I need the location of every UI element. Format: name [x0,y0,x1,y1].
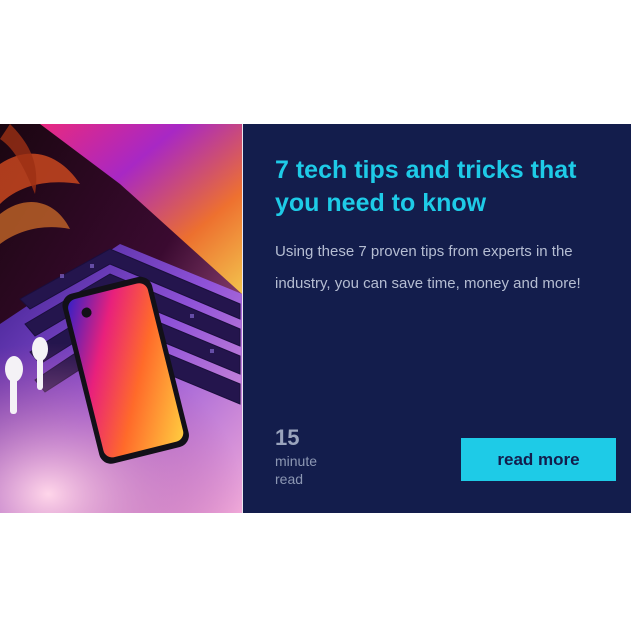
article-description: Using these 7 proven tips from experts i… [275,243,581,292]
article-image [0,124,242,513]
read-time: 15 minute read [275,424,335,488]
read-more-button[interactable]: read more [461,438,616,481]
read-time-unit: minute read [275,453,318,487]
card-content: 7 tech tips and tricks that you need to … [243,124,631,513]
read-time-number: 15 [275,425,300,450]
article-card: 7 tech tips and tricks that you need to … [0,124,631,513]
article-title: 7 tech tips and tricks that you need to … [275,156,577,217]
